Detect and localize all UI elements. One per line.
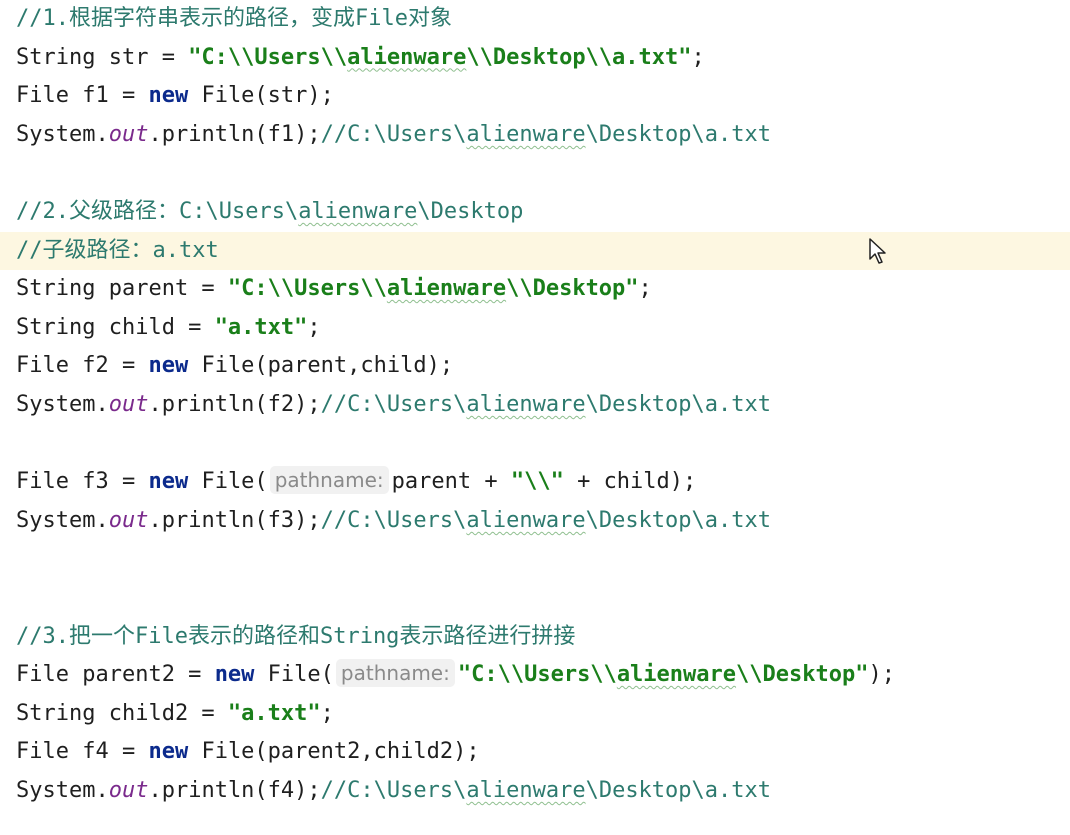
- code-token-plain: ;: [307, 314, 321, 340]
- code-token-string: alienware: [386, 276, 507, 302]
- inlay-parameter-hint: pathname:: [269, 466, 389, 495]
- code-token-string: "C:\\Users\\: [457, 662, 617, 688]
- code-token-string: "a.txt": [227, 700, 321, 726]
- code-token-plain: File(: [254, 662, 334, 688]
- code-token-comment: \Desktop\a.txt: [585, 778, 772, 803]
- code-token-plain: System.: [16, 778, 109, 803]
- code-line[interactable]: [0, 579, 1070, 617]
- code-token-keyword: new: [148, 469, 189, 495]
- code-token-keyword: new: [148, 83, 189, 109]
- code-token-plain: File(str);: [188, 83, 334, 109]
- code-line[interactable]: String child = "a.txt";: [0, 309, 1070, 347]
- code-line[interactable]: [0, 425, 1070, 463]
- code-token-string: \\Desktop": [506, 276, 639, 302]
- code-token-plain: String child2 =: [16, 700, 228, 726]
- code-line[interactable]: File f1 = new File(str);: [0, 77, 1070, 115]
- code-token-keyword: new: [214, 662, 255, 688]
- code-line[interactable]: String parent = "C:\\Users\\alienware\\D…: [0, 270, 1070, 308]
- code-line[interactable]: System.out.println(f4);//C:\Users\alienw…: [0, 772, 1070, 810]
- code-line[interactable]: File parent2 = new File(pathname: "C:\\Us…: [0, 656, 1070, 694]
- code-token-comment: //C:\Users\: [320, 121, 467, 147]
- code-token-string: \\Desktop": [736, 662, 869, 688]
- code-token-keyword: new: [148, 353, 189, 379]
- code-token-plain: .println(f3);: [148, 507, 321, 533]
- code-token-plain: File(parent2,child2);: [188, 739, 480, 765]
- code-token-string: "C:\\Users\\: [188, 44, 348, 70]
- code-token-plain: File f3 =: [16, 469, 149, 495]
- inlay-parameter-hint: pathname:: [335, 659, 455, 688]
- code-token-plain: .println(f1);: [148, 121, 321, 147]
- code-token-plain: ;: [638, 276, 652, 302]
- code-token-plain: File f2 =: [16, 353, 149, 379]
- code-token-plain: File(: [188, 469, 268, 495]
- code-token-comment: //子级路径：a.txt: [16, 237, 219, 263]
- code-token-field: out: [108, 121, 149, 147]
- code-token-plain: System.: [16, 121, 109, 147]
- code-token-plain: ;: [691, 44, 705, 70]
- code-token-comment: //1.根据字符串表示的路径，变成File对象: [16, 6, 452, 31]
- code-token-comment: alienware: [466, 778, 586, 803]
- code-token-plain: String str =: [16, 44, 189, 70]
- code-token-comment: alienware: [466, 392, 586, 417]
- code-line[interactable]: System.out.println(f2);//C:\Users\alienw…: [0, 386, 1070, 424]
- code-token-field: out: [108, 778, 149, 803]
- code-token-comment: alienware: [298, 199, 418, 224]
- code-token-plain: .println(f4);: [148, 778, 321, 803]
- code-line[interactable]: [0, 540, 1070, 578]
- code-token-plain: String parent =: [16, 276, 228, 302]
- code-line[interactable]: [0, 154, 1070, 192]
- code-line[interactable]: String child2 = "a.txt";: [0, 695, 1070, 733]
- code-line[interactable]: //1.根据字符串表示的路径，变成File对象: [0, 0, 1070, 38]
- code-token-string: "a.txt": [214, 314, 308, 340]
- code-token-comment: alienware: [466, 507, 586, 533]
- code-token-plain: );: [868, 662, 895, 688]
- code-token-string: "C:\\Users\\: [227, 276, 387, 302]
- code-token-comment: //3.把一个File表示的路径和String表示路径进行拼接: [16, 623, 576, 649]
- code-line[interactable]: //2.父级路径：C:\Users\alienware\Desktop: [0, 193, 1070, 231]
- code-token-plain: + child);: [563, 469, 697, 495]
- code-line[interactable]: System.out.println(f3);//C:\Users\alienw…: [0, 502, 1070, 540]
- code-line[interactable]: //3.把一个File表示的路径和String表示路径进行拼接: [0, 618, 1070, 656]
- code-editor[interactable]: //1.根据字符串表示的路径，变成File对象 String str = "C:\…: [0, 0, 1070, 835]
- code-token-comment: alienware: [466, 121, 586, 147]
- code-token-comment: //2.父级路径：C:\Users\: [16, 199, 299, 224]
- code-line[interactable]: File f3 = new File(pathname: parent + "\\…: [0, 463, 1070, 501]
- code-token-comment: //C:\Users\: [320, 392, 467, 417]
- code-line[interactable]: String str = "C:\\Users\\alienware\\Desk…: [0, 39, 1070, 77]
- code-token-keyword: new: [148, 739, 189, 765]
- code-line-current[interactable]: //子级路径：a.txt: [0, 231, 1070, 270]
- code-token-comment: \Desktop\a.txt: [585, 507, 772, 533]
- code-token-comment: \Desktop\a.txt: [585, 121, 772, 147]
- code-token-comment: //C:\Users\: [320, 778, 467, 803]
- code-line[interactable]: System.out.println(f1);//C:\Users\alienw…: [0, 116, 1070, 154]
- code-token-field: out: [108, 507, 149, 533]
- code-token-field: out: [108, 392, 149, 417]
- code-token-plain: File f4 =: [16, 739, 149, 765]
- code-token-comment: \Desktop\a.txt: [585, 392, 772, 417]
- code-token-plain: File parent2 =: [16, 662, 215, 688]
- code-token-plain: File(parent,child);: [188, 353, 454, 379]
- code-token-plain: System.: [16, 507, 109, 533]
- code-token-plain: parent +: [391, 469, 511, 495]
- code-token-comment: //C:\Users\: [320, 507, 467, 533]
- code-token-plain: ;: [320, 700, 334, 726]
- code-token-plain: String child =: [16, 314, 215, 340]
- code-token-comment: \Desktop: [417, 199, 524, 224]
- code-token-string: alienware: [616, 662, 737, 688]
- code-token-plain: System.: [16, 392, 109, 417]
- code-line[interactable]: File f2 = new File(parent,child);: [0, 347, 1070, 385]
- code-token-plain: File f1 =: [16, 83, 149, 109]
- code-token-string: \\Desktop\\a.txt": [466, 44, 692, 70]
- code-token-plain: .println(f2);: [148, 392, 321, 417]
- mouse-pointer-icon: [869, 238, 886, 264]
- code-token-string: "\\": [510, 469, 564, 495]
- code-line[interactable]: File f4 = new File(parent2,child2);: [0, 733, 1070, 771]
- code-token-string: alienware: [347, 44, 467, 70]
